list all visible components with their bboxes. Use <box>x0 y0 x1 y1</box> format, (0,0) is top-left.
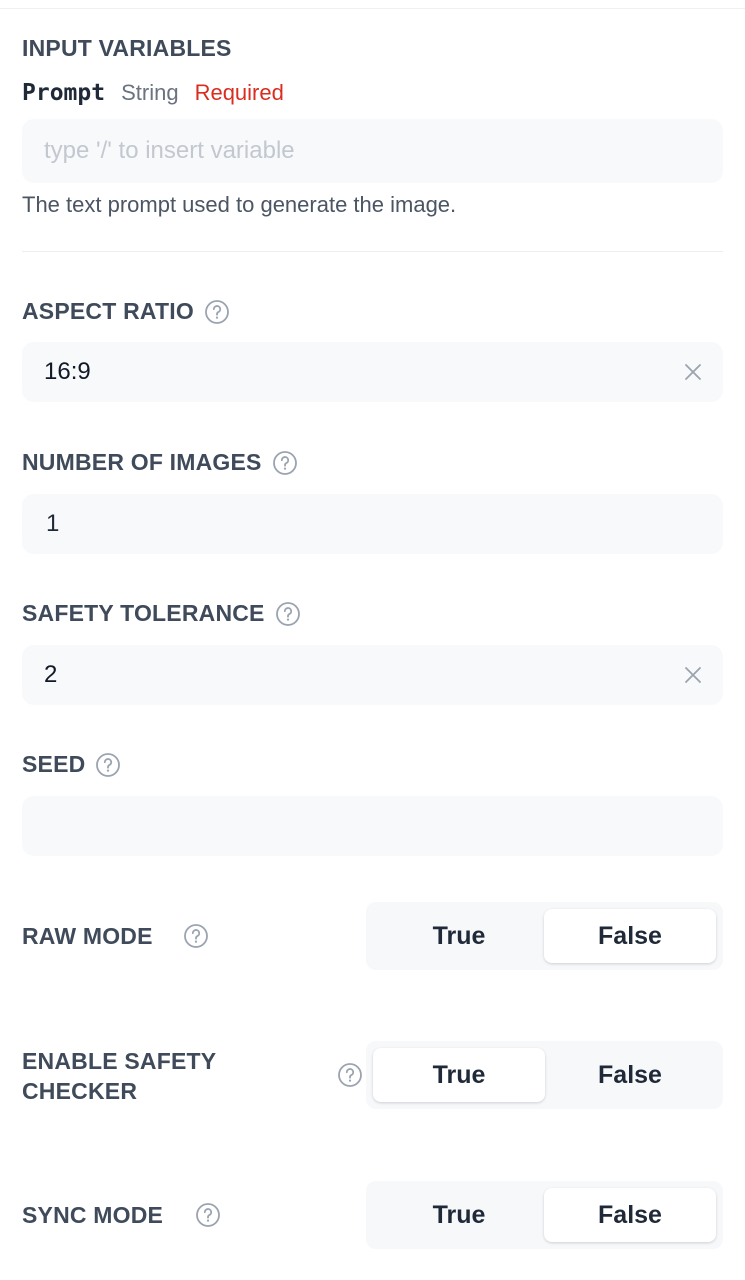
number-of-images-label: NUMBER OF IMAGES <box>22 449 262 475</box>
safety-tolerance-label: SAFETY TOLERANCE <box>22 600 265 626</box>
prompt-help-text: The text prompt used to generate the ima… <box>22 192 457 217</box>
prompt-variable-type: String <box>121 80 179 105</box>
enable-safety-checker-label: ENABLE SAFETY CHECKER <box>22 1046 216 1106</box>
question-circle-icon[interactable] <box>272 450 298 476</box>
seed-label: SEED <box>22 751 86 777</box>
aspect-ratio-value: 16:9 <box>44 358 91 385</box>
question-circle-icon[interactable] <box>204 299 230 325</box>
prompt-variable-header: Prompt String Required <box>22 80 284 110</box>
raw-mode-label: RAW MODE <box>22 923 153 949</box>
question-circle-icon[interactable] <box>195 1202 221 1228</box>
sync-mode-false-option[interactable]: False <box>544 1188 716 1242</box>
section-divider <box>22 251 723 252</box>
raw-mode-toggle: True False <box>366 902 723 970</box>
enable-safety-checker-label-line2: CHECKER <box>22 1078 138 1104</box>
seed-input[interactable] <box>22 796 723 856</box>
seed-label-row: SEED <box>22 751 121 778</box>
enable-safety-checker-toggle: True False <box>366 1041 723 1109</box>
prompt-field <box>22 119 723 183</box>
question-circle-icon[interactable] <box>183 923 209 949</box>
enable-safety-checker-label-line1: ENABLE SAFETY <box>22 1048 217 1074</box>
safety-tolerance-select[interactable]: 2 <box>22 645 723 705</box>
prompt-input[interactable] <box>22 119 723 183</box>
close-icon[interactable] <box>681 360 705 384</box>
section-title-input-variables: INPUT VARIABLES <box>22 35 232 61</box>
raw-mode-false-option[interactable]: False <box>544 909 716 963</box>
enable-safety-checker-true-option[interactable]: True <box>373 1048 545 1102</box>
sync-mode-toggle: True False <box>366 1181 723 1249</box>
top-divider <box>0 8 745 9</box>
number-of-images-label-row: NUMBER OF IMAGES <box>22 449 298 476</box>
prompt-variable-name: Prompt <box>22 80 106 106</box>
aspect-ratio-label: ASPECT RATIO <box>22 298 194 324</box>
prompt-required-badge: Required <box>194 80 284 105</box>
number-of-images-field <box>22 494 723 554</box>
number-of-images-input[interactable] <box>22 494 723 554</box>
raw-mode-true-option[interactable]: True <box>373 909 545 963</box>
safety-tolerance-label-row: SAFETY TOLERANCE <box>22 600 301 627</box>
question-circle-icon[interactable] <box>275 601 301 627</box>
question-circle-icon[interactable] <box>337 1062 363 1088</box>
sync-mode-true-option[interactable]: True <box>373 1188 545 1242</box>
close-icon[interactable] <box>681 663 705 687</box>
aspect-ratio-select[interactable]: 16:9 <box>22 342 723 402</box>
enable-safety-checker-false-option[interactable]: False <box>544 1048 716 1102</box>
question-circle-icon[interactable] <box>95 752 121 778</box>
safety-tolerance-value: 2 <box>44 661 58 688</box>
sync-mode-label: SYNC MODE <box>22 1202 164 1228</box>
aspect-ratio-label-row: ASPECT RATIO <box>22 298 230 325</box>
seed-field <box>22 796 723 856</box>
